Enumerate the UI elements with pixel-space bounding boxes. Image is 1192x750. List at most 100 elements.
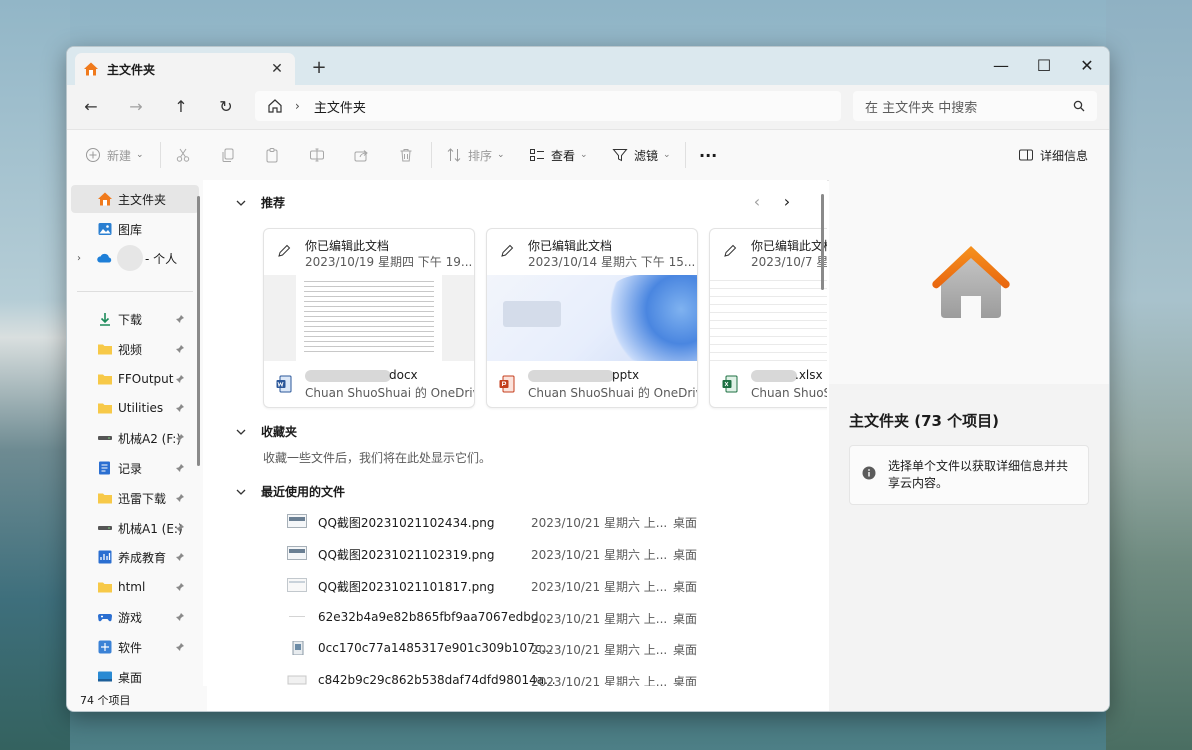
pin-icon[interactable] [175,463,185,473]
sidebar-item-label: html [118,580,146,594]
word-file-icon [276,375,292,393]
filter-icon [612,149,628,162]
home-icon [84,62,98,76]
card-file-source: Chuan ShuoShuai 的 OneDrive f... [528,386,697,400]
sidebar-item-videos[interactable]: 视频 [67,335,203,363]
cut-icon [176,148,190,162]
sidebar-item-label: 机械A2 (F:) [118,431,182,446]
close-window-button[interactable]: ✕ [1067,53,1107,79]
sidebar-item-education[interactable]: 养成教育 [67,543,203,571]
download-icon [100,313,110,326]
sidebar-item-games[interactable]: 游戏 [67,603,203,631]
share-button[interactable] [353,145,369,165]
add-circle-icon [86,148,100,162]
section-recent[interactable]: 最近使用的文件 [235,483,345,500]
sidebar-item-utilities[interactable]: Utilities [67,394,203,422]
search-input[interactable]: 在 主文件夹 中搜索 [865,97,1073,116]
chevron-right-icon[interactable]: › [295,99,300,113]
recent-file-row[interactable]: QQ截图20231021101817.png 2023/10/21 星期六 上.… [207,570,827,600]
pin-icon[interactable] [175,582,185,592]
details-pane-button[interactable]: 详细信息 [1018,145,1088,165]
image-file-icon [287,546,307,560]
cut-button[interactable] [175,145,191,165]
recent-file-row[interactable]: QQ截图20231021102434.png 2023/10/21 星期六 上.… [207,506,827,536]
redacted-text [751,369,797,382]
sidebar-item-software[interactable]: 软件 [67,633,203,661]
maximize-button[interactable]: ☐ [1024,53,1064,79]
pin-icon[interactable] [175,433,185,443]
section-recommended[interactable]: 推荐 [235,194,285,211]
recommended-card[interactable]: 你已编辑此文档 2023/10/7 星期六 .xlsx Chuan ShuoSh… [709,228,827,408]
pin-icon[interactable] [175,552,185,562]
copy-button[interactable] [220,145,236,165]
breadcrumb[interactable]: 主文件夹 [314,97,366,116]
chevron-right-icon[interactable]: › [77,253,81,264]
recommended-card[interactable]: 你已编辑此文档 2023/10/19 星期四 下午 19... docx Chu… [263,228,475,408]
pin-icon[interactable] [175,374,185,384]
pin-icon[interactable] [175,314,185,324]
pin-icon[interactable] [175,344,185,354]
pin-icon[interactable] [175,493,185,503]
next-button[interactable]: › [777,192,797,212]
pin-icon[interactable] [175,523,185,533]
sidebar-item-xunlei[interactable]: 迅雷下载 [67,484,203,512]
sidebar-item-records[interactable]: 记录 [67,454,203,482]
sidebar-item-html[interactable]: html [67,573,203,601]
sidebar-item-label: 迅雷下载 [118,491,167,506]
recent-file-row[interactable]: c842b9c29c862b538daf74dfd98014a... 2023/… [207,665,827,686]
file-name: QQ截图20231021102434.png [318,516,495,530]
recent-file-row[interactable]: 62e32b4a9e82b865fbf9aa7067edbd... 2023/1… [207,602,827,632]
divider [160,142,161,168]
back-button[interactable]: ← [77,93,105,121]
up-button[interactable]: ↑ [167,93,195,121]
paste-button[interactable] [264,145,280,165]
forward-button[interactable]: → [122,93,150,121]
search-icon[interactable] [1073,100,1085,112]
sidebar-item-downloads[interactable]: 下载 [67,305,203,333]
delete-icon [400,149,412,162]
presentation-thumbnail [487,275,697,361]
new-button[interactable]: 新建 ⌄ [85,145,144,165]
rename-button[interactable] [309,145,325,165]
recommended-card[interactable]: 你已编辑此文档 2023/10/14 星期六 下午 15... pptx Chu… [486,228,698,408]
search-box[interactable]: 在 主文件夹 中搜索 [853,91,1097,121]
details-title: 主文件夹 (73 个项目) [849,412,1000,430]
content-scrollbar[interactable] [821,194,824,290]
home-outline-icon[interactable] [267,98,283,114]
minimize-button[interactable]: — [981,53,1021,79]
new-tab-button[interactable]: + [311,59,327,77]
filter-label: 滤镜 [634,148,659,163]
pin-icon[interactable] [175,403,185,413]
recent-file-row[interactable]: 0cc170c77a1485317e901c309b107c... 2023/1… [207,633,827,663]
section-favorites[interactable]: 收藏夹 [235,423,297,440]
address-bar[interactable]: › 主文件夹 [255,91,841,121]
sidebar-scrollbar[interactable] [197,196,200,466]
chevron-down-icon[interactable] [235,486,247,498]
view-button[interactable]: 查看 ⌄ [529,145,588,165]
more-options-button[interactable]: ··· [699,145,717,165]
chevron-down-icon[interactable] [235,426,247,438]
home-icon [98,192,112,206]
sidebar-item-drive-f[interactable]: 机械A2 (F:) [67,424,203,452]
sort-button[interactable]: 排序 ⌄ [446,145,505,165]
sidebar-item-gallery[interactable]: 图库 [67,215,203,243]
image-file-icon [289,616,305,617]
chevron-down-icon[interactable] [235,197,247,209]
refresh-button[interactable]: ↻ [212,93,240,121]
recent-file-row[interactable]: QQ截图20231021102319.png 2023/10/21 星期六 上.… [207,538,827,568]
chart-icon [98,550,112,564]
pin-icon[interactable] [175,642,185,652]
delete-button[interactable] [398,145,414,165]
previous-button[interactable]: ‹ [747,192,767,212]
navigation-bar: ← → ↑ ↻ › 主文件夹 在 主文件夹 中搜索 [67,85,1109,129]
sidebar-item-home[interactable]: 主文件夹 [71,185,199,213]
sidebar-item-ffoutput[interactable]: FFOutput [67,365,203,393]
pin-icon[interactable] [175,612,185,622]
sidebar-item-drive-e[interactable]: 机械A1 (E:) [67,514,203,542]
sidebar-divider [77,291,193,292]
view-list-icon [530,149,544,161]
tab-home[interactable]: 主文件夹 ✕ [75,53,295,85]
close-tab-icon[interactable]: ✕ [269,61,285,77]
sidebar-item-onedrive[interactable]: › - 个人 [67,244,203,272]
filter-button[interactable]: 滤镜 ⌄ [612,145,671,165]
